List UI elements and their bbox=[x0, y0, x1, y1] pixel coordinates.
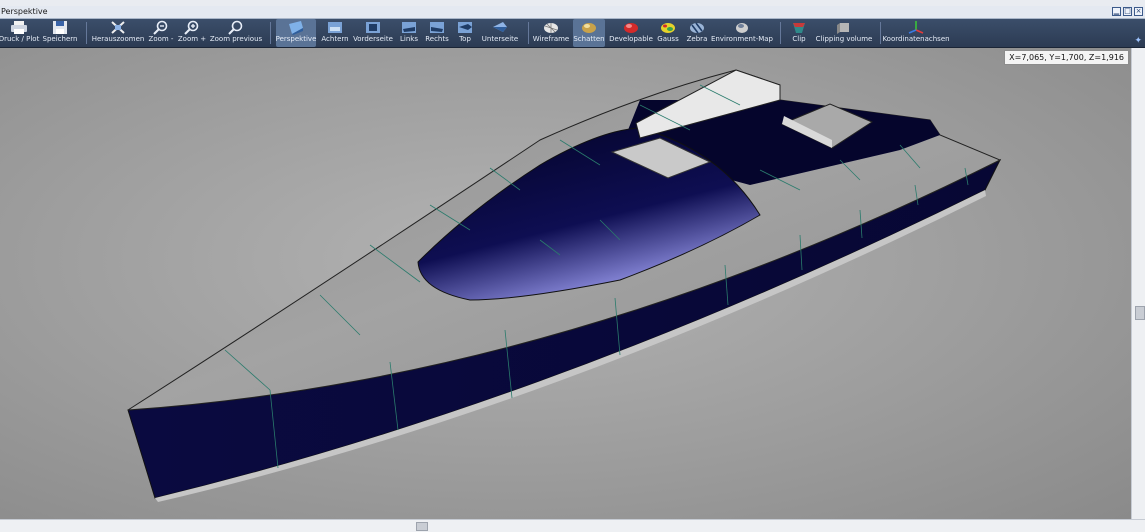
toolbar-separator bbox=[270, 22, 271, 44]
hull-model bbox=[127, 69, 1002, 502]
clip-icon bbox=[793, 23, 805, 33]
coordinate-readout: X=7,065, Y=1,700, Z=1,916 bbox=[1004, 50, 1129, 65]
vertical-scroll-thumb[interactable] bbox=[1135, 306, 1145, 320]
minimize-button[interactable]: ▁ bbox=[1112, 7, 1121, 16]
toolbar-separator bbox=[86, 22, 87, 44]
toolbar-separator bbox=[528, 22, 529, 44]
wireframe-button[interactable]: Wireframe bbox=[532, 19, 570, 47]
pin-icon[interactable]: ✦ bbox=[1134, 36, 1142, 46]
bottom-view-button[interactable]: Unterseite bbox=[480, 19, 520, 47]
horizontal-scroll-thumb[interactable] bbox=[416, 522, 428, 531]
clipping-volume-icon bbox=[837, 23, 849, 34]
left-view-icon bbox=[402, 22, 416, 33]
axes-icon bbox=[908, 21, 924, 34]
zoom-extents-button[interactable]: Herauszoomen bbox=[92, 19, 144, 47]
viewport-titlebar: Perspektive ▁ □ × bbox=[0, 6, 1145, 19]
front-view-icon bbox=[366, 22, 380, 33]
environment-map-button[interactable]: Environment-Map bbox=[711, 19, 773, 47]
viewport-title: Perspektive bbox=[1, 7, 48, 16]
developable-button[interactable]: Developable bbox=[609, 19, 653, 47]
developable-icon bbox=[624, 23, 638, 33]
zoom-previous-button[interactable]: Zoom previous bbox=[210, 19, 262, 47]
wireframe-icon bbox=[544, 23, 558, 33]
save-icon bbox=[53, 21, 67, 34]
zoom-in-icon bbox=[184, 20, 199, 35]
perspective-view-button[interactable]: Perspektive bbox=[276, 19, 316, 47]
left-view-button[interactable]: Links bbox=[397, 19, 421, 47]
gauss-button[interactable]: Gauss bbox=[656, 19, 680, 47]
vertical-scrollbar[interactable] bbox=[1131, 48, 1145, 519]
top-view-button[interactable]: Top bbox=[454, 19, 476, 47]
zebra-button[interactable]: Zebra bbox=[684, 19, 710, 47]
gauss-icon bbox=[661, 23, 675, 33]
bottom-view-icon bbox=[493, 22, 507, 32]
top-view-icon bbox=[458, 22, 472, 33]
right-view-icon bbox=[430, 22, 444, 33]
environment-map-icon bbox=[736, 23, 748, 33]
3d-viewport[interactable]: X=7,065, Y=1,700, Z=1,916 bbox=[0, 48, 1131, 519]
shade-button[interactable]: Schatten bbox=[573, 19, 605, 47]
toolbar-separator bbox=[780, 22, 781, 44]
zebra-icon bbox=[690, 22, 704, 34]
aft-view-button[interactable]: Achtern bbox=[320, 19, 350, 47]
clipping-volume-button[interactable]: Clipping volume bbox=[815, 19, 873, 47]
close-button[interactable]: × bbox=[1134, 7, 1143, 16]
zoom-out-icon bbox=[153, 20, 168, 35]
zoom-previous-icon bbox=[228, 20, 243, 35]
aft-view-icon bbox=[328, 22, 342, 33]
print-button[interactable]: Druck / Plot bbox=[0, 19, 39, 47]
window-controls: ▁ □ × bbox=[1112, 7, 1143, 16]
perspective-view-icon bbox=[289, 21, 303, 35]
front-view-button[interactable]: Vorderseite bbox=[353, 19, 393, 47]
right-view-button[interactable]: Rechts bbox=[424, 19, 450, 47]
save-button[interactable]: Speichern bbox=[42, 19, 78, 47]
printer-icon bbox=[11, 21, 27, 34]
toolbar-separator bbox=[880, 22, 881, 44]
zoom-out-button[interactable]: Zoom - bbox=[148, 19, 174, 47]
zoom-in-button[interactable]: Zoom + bbox=[178, 19, 206, 47]
axes-button[interactable]: Koordinatenachsen bbox=[882, 19, 950, 47]
maximize-button[interactable]: □ bbox=[1123, 7, 1132, 16]
shade-icon bbox=[582, 23, 596, 33]
zoom-extents-icon bbox=[111, 21, 125, 34]
clip-button[interactable]: Clip bbox=[786, 19, 812, 47]
view-toolbar: Druck / Plot Speichern Herauszoomen Zoom… bbox=[0, 19, 1145, 48]
horizontal-scrollbar[interactable] bbox=[0, 519, 1145, 532]
